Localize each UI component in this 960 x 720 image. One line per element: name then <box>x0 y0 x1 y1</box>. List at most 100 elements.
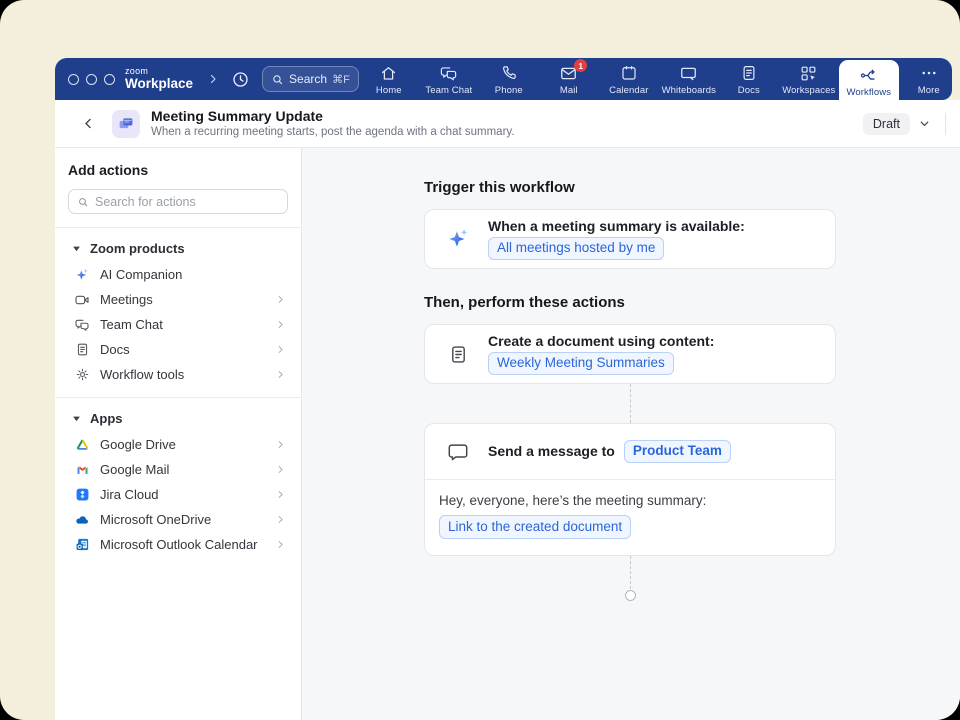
search-input[interactable] <box>95 195 279 209</box>
sidebar-title: Add actions <box>68 162 288 178</box>
send-message-card[interactable]: Send a message to Product Team Hey, ever… <box>424 423 836 556</box>
sidebar-item-google-mail[interactable]: Google Mail <box>68 457 288 482</box>
create-doc-text: Create a document using content: <box>488 333 714 349</box>
sidebar-item-team-chat[interactable]: Team Chat <box>68 312 288 337</box>
chat-bubble-icon <box>445 441 471 463</box>
chevron-right-icon <box>275 439 286 450</box>
screen: zoom Workplace Search ⌘F <box>0 0 960 720</box>
chevron-right-icon <box>275 489 286 500</box>
chevron-right-icon <box>275 319 286 330</box>
home-icon <box>379 63 398 83</box>
chevron-right-icon <box>275 369 286 380</box>
ai-companion-icon <box>74 267 90 283</box>
nav-tab-phone[interactable]: Phone <box>479 58 539 100</box>
actions-search <box>68 189 288 214</box>
sidebar-item-microsoft-onedrive[interactable]: Microsoft OneDrive <box>68 507 288 532</box>
workflow-subtitle: When a recurring meeting starts, post th… <box>151 126 515 138</box>
workspaces-icon <box>799 63 818 83</box>
trigger-heading: Trigger this workflow <box>424 179 836 196</box>
history-clock-icon[interactable] <box>231 70 250 89</box>
docs-icon <box>740 63 758 83</box>
sidebar-item-microsoft-outlook-calendar[interactable]: Microsoft Outlook Calendar <box>68 532 288 557</box>
chevron-right-icon <box>275 464 286 475</box>
message-text: Hey, everyone, here’s the meeting summar… <box>439 493 821 508</box>
sidebar-item-google-drive[interactable]: Google Drive <box>68 432 288 457</box>
whiteboard-icon <box>679 63 698 83</box>
back-icon[interactable] <box>77 112 100 135</box>
trigger-card[interactable]: When a meeting summary is available: All… <box>424 209 836 269</box>
mail-badge: 1 <box>574 59 587 72</box>
team-chat-icon <box>439 63 458 83</box>
actions-sidebar: Add actions Zoom products AI Com <box>55 148 302 720</box>
status-badge: Draft <box>863 113 910 135</box>
nav-tab-whiteboards[interactable]: Whiteboards <box>659 58 719 100</box>
trigger-scope-chip[interactable]: All meetings hosted by me <box>488 237 664 261</box>
header-right: Draft <box>863 113 946 135</box>
search-icon <box>77 196 89 208</box>
google-drive-icon <box>74 437 90 453</box>
window-controls <box>68 74 115 85</box>
sidebar-divider <box>55 397 301 398</box>
zoom-workplace-logo: zoom Workplace <box>125 67 193 91</box>
search-shortcut: ⌘F <box>332 73 350 86</box>
trigger-text: When a meeting summary is available: <box>488 218 745 234</box>
window-zoom-button[interactable] <box>104 74 115 85</box>
jira-icon <box>74 487 90 503</box>
window-close-button[interactable] <box>68 74 79 85</box>
app-window: zoom Workplace Search ⌘F <box>55 58 960 720</box>
nav-tab-calendar[interactable]: Calendar <box>599 58 659 100</box>
gear-icon <box>74 367 90 383</box>
phone-icon <box>500 63 518 83</box>
recipient-chip[interactable]: Product Team <box>624 440 731 464</box>
triangle-down-icon <box>72 414 81 423</box>
nav-tab-home[interactable]: Home <box>359 58 419 100</box>
nav-tab-workspaces[interactable]: Workspaces <box>779 58 839 100</box>
message-body: Hey, everyone, here’s the meeting summar… <box>425 480 835 555</box>
body-row: Add actions Zoom products AI Com <box>55 148 960 720</box>
chevron-right-icon[interactable] <box>207 73 219 85</box>
search-label: Search <box>289 72 327 86</box>
create-document-card[interactable]: Create a document using content: Weekly … <box>424 324 836 384</box>
more-dots-icon <box>920 63 938 83</box>
doc-content-chip[interactable]: Weekly Meeting Summaries <box>488 352 674 376</box>
search-icon <box>271 73 284 86</box>
flow-end-node[interactable] <box>625 590 636 601</box>
nav-tab-more[interactable]: More <box>899 58 952 100</box>
onedrive-icon <box>74 512 90 528</box>
global-search[interactable]: Search ⌘F <box>262 66 359 92</box>
document-link-chip[interactable]: Link to the created document <box>439 515 631 539</box>
docs-icon <box>74 342 90 358</box>
outlook-calendar-icon <box>74 537 90 553</box>
meetings-icon <box>74 292 90 308</box>
workflow-flow: Trigger this workflow When a meeting sum… <box>424 179 836 601</box>
nav-tab-mail[interactable]: 1 Mail <box>539 58 599 100</box>
nav-tab-docs[interactable]: Docs <box>719 58 779 100</box>
section-zoom-products[interactable]: Zoom products <box>72 241 288 256</box>
nav-tab-team-chat[interactable]: Team Chat <box>419 58 479 100</box>
trigger-card-lines: When a meeting summary is available: All… <box>488 218 745 261</box>
send-message-line: Send a message to Product Team <box>488 440 731 464</box>
sidebar-item-jira-cloud[interactable]: Jira Cloud <box>68 482 288 507</box>
spacer <box>424 269 836 294</box>
send-message-row: Send a message to Product Team <box>425 424 835 480</box>
section-apps[interactable]: Apps <box>72 411 288 426</box>
connector-line <box>630 556 631 589</box>
send-message-text: Send a message to <box>488 443 615 459</box>
workflow-title: Meeting Summary Update <box>151 109 515 124</box>
sidebar-item-workflow-tools[interactable]: Workflow tools <box>68 362 288 387</box>
chevron-right-icon <box>275 294 286 305</box>
nav-tab-workflows[interactable]: Workflows <box>839 60 899 100</box>
mail-icon: 1 <box>559 63 578 83</box>
sidebar-item-docs[interactable]: Docs <box>68 337 288 362</box>
sidebar-item-meetings[interactable]: Meetings <box>68 287 288 312</box>
chevron-right-icon <box>275 514 286 525</box>
team-chat-icon <box>74 317 90 333</box>
chevron-right-icon <box>275 344 286 355</box>
logo-text-bold: Workplace <box>125 77 193 91</box>
window-minimize-button[interactable] <box>86 74 97 85</box>
sidebar-item-ai-companion[interactable]: AI Companion <box>68 262 288 287</box>
sidebar-divider <box>55 227 301 228</box>
chevron-down-icon[interactable] <box>918 117 931 130</box>
workflow-header: Meeting Summary Update When a recurring … <box>55 100 960 148</box>
actions-heading: Then, perform these actions <box>424 294 836 311</box>
